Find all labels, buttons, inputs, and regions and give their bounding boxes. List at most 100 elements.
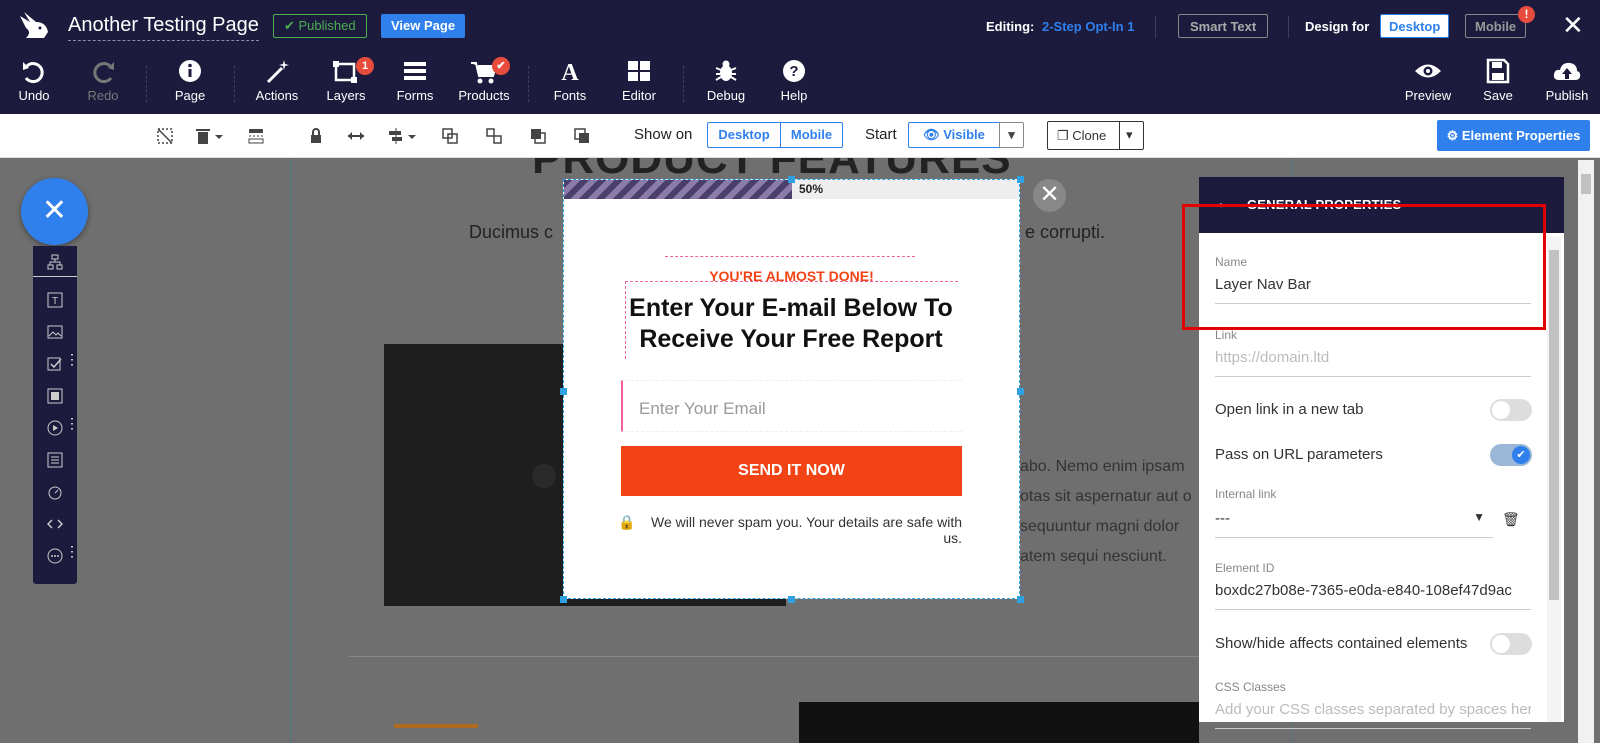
toggle-knob [1492, 401, 1510, 419]
top-header: Another Testing Page ✔ Published View Pa… [0, 0, 1600, 114]
smart-text-button[interactable]: Smart Text [1178, 14, 1269, 38]
sitemap-icon[interactable] [47, 254, 63, 270]
popup-close-button[interactable]: ✕ [1033, 179, 1066, 212]
page-title[interactable]: Another Testing Page [68, 14, 259, 41]
timer-icon[interactable] [47, 484, 63, 500]
text-icon[interactable]: T [47, 292, 63, 308]
send-backward-icon[interactable] [484, 126, 504, 146]
background-paragraph-line[interactable]: atem sequi nesciunt. [1020, 548, 1167, 566]
scrollbar-thumb[interactable] [1581, 174, 1591, 194]
show-on-desktop-button[interactable]: Desktop [707, 122, 781, 148]
design-desktop-button[interactable]: Desktop [1380, 14, 1450, 38]
resize-handle[interactable] [788, 176, 795, 183]
rabbit-logo-icon[interactable] [16, 8, 52, 44]
start-visible-button[interactable]: 👁 Visible [908, 122, 1000, 148]
panel-scrollbar[interactable] [1547, 236, 1561, 722]
box-icon[interactable] [47, 388, 63, 404]
cloud-upload-icon [1553, 62, 1581, 80]
save-button[interactable]: Save [1479, 58, 1517, 103]
divider [1119, 122, 1120, 149]
scrollbar-thumb[interactable] [1549, 250, 1559, 600]
background-dark-block[interactable] [799, 702, 1199, 743]
chevron-down-icon: ▼ [1473, 510, 1485, 524]
more-options-icon[interactable]: ⋮ [65, 416, 79, 430]
resize-handle[interactable] [560, 388, 567, 395]
view-page-button[interactable]: View Page [381, 14, 466, 38]
resize-handle[interactable] [788, 596, 795, 603]
debug-button[interactable]: Debug [704, 58, 748, 103]
image-icon[interactable] [47, 324, 63, 340]
eye-icon [1415, 64, 1441, 78]
background-paragraph-line[interactable]: otas sit aspernatur aut o [1020, 488, 1192, 506]
redo-button[interactable]: Redo [83, 58, 123, 103]
close-add-menu-button[interactable]: ✕ [21, 178, 88, 245]
publish-button[interactable]: Publish [1542, 58, 1592, 103]
visible-label: Visible [943, 127, 985, 142]
background-subtitle[interactable]: e corrupti. [1025, 222, 1105, 243]
actions-button[interactable]: Actions [252, 58, 302, 103]
pass-url-toggle[interactable]: ✔ [1490, 444, 1532, 466]
published-badge: ✔ Published [273, 14, 367, 38]
background-paragraph-line[interactable]: sequuntur magni dolor [1020, 518, 1179, 536]
resize-handle[interactable] [1017, 596, 1024, 603]
align-icon[interactable] [386, 126, 406, 146]
bring-to-front-icon[interactable] [528, 126, 548, 146]
open-new-tab-toggle[interactable] [1490, 399, 1532, 421]
privacy-note: 🔒 We will never spam you. Your details ar… [618, 514, 962, 546]
lock-icon[interactable] [306, 126, 326, 146]
privacy-text: We will never spam you. Your details are… [650, 514, 962, 546]
email-input[interactable]: Enter Your Email [621, 380, 962, 432]
more-options-icon[interactable]: ⋮ [65, 352, 79, 366]
background-paragraph-line[interactable]: abo. Nemo enim ipsam [1020, 458, 1185, 476]
gear-icon: ⚙ [1446, 128, 1462, 143]
background-subtitle[interactable]: Ducimus c [469, 222, 553, 243]
resize-handle[interactable] [1017, 388, 1024, 395]
popup-headline[interactable]: Enter Your E-mail Below To Receive Your … [626, 293, 956, 355]
internal-link-select[interactable]: --- ▼ [1215, 510, 1493, 538]
more-options-icon[interactable]: ⋮ [65, 544, 79, 558]
trash-icon[interactable]: 🗑 [1502, 511, 1520, 528]
start-dropdown-toggle[interactable]: ▾ [999, 122, 1024, 148]
chevron-down-icon[interactable] [213, 126, 225, 146]
more-elements-icon[interactable] [47, 548, 63, 564]
split-icon[interactable] [246, 126, 266, 146]
save-label: Save [1483, 88, 1513, 103]
progress-label: 50% [799, 182, 824, 196]
send-it-now-button[interactable]: SEND IT NOW [621, 446, 962, 496]
element-properties-button[interactable]: ⚙ Element Properties [1437, 120, 1590, 151]
element-id-input[interactable]: boxdc27b08e-7365-e0da-e840-108ef47d9ac [1215, 582, 1531, 610]
preview-button[interactable]: Preview [1403, 58, 1453, 103]
undo-button[interactable]: Undo [14, 58, 54, 103]
forms-label: Forms [396, 88, 434, 103]
send-to-back-icon[interactable] [572, 126, 592, 146]
clone-button[interactable]: ❐ Clone [1057, 128, 1106, 144]
editor-button[interactable]: Editor [619, 58, 659, 103]
chevron-down-icon[interactable] [406, 126, 418, 146]
form-icon[interactable] [47, 452, 63, 468]
trash-icon[interactable] [193, 126, 213, 146]
page-scrollbar[interactable] [1578, 160, 1594, 743]
show-on-label: Show on [634, 126, 693, 143]
fonts-button[interactable]: A Fonts [551, 58, 589, 103]
play-icon [532, 464, 556, 488]
clone-dropdown-icon[interactable]: ▾ [1126, 127, 1133, 143]
stretch-width-icon[interactable] [346, 126, 366, 146]
show-hide-toggle[interactable] [1490, 633, 1532, 655]
design-mobile-button[interactable]: Mobile [1465, 14, 1527, 38]
help-button[interactable]: ? Help [775, 58, 813, 103]
resize-handle[interactable] [560, 596, 567, 603]
video-icon[interactable] [47, 420, 63, 436]
resize-handle[interactable] [1017, 176, 1024, 183]
code-icon[interactable] [47, 516, 63, 532]
forms-button[interactable]: Forms [396, 58, 434, 103]
link-input[interactable]: https://domain.ltd [1215, 349, 1531, 377]
show-on-mobile-button[interactable]: Mobile [780, 122, 843, 148]
checkbox-icon[interactable] [47, 356, 63, 372]
bring-forward-icon[interactable] [440, 126, 460, 146]
editing-popup-link[interactable]: 2-Step Opt-In 1 [1042, 19, 1134, 34]
close-editor-icon[interactable]: ✕ [1562, 10, 1584, 40]
css-classes-input[interactable]: Add your CSS classes separated by spaces… [1215, 701, 1531, 729]
redo-label: Redo [87, 88, 119, 103]
page-button[interactable]: Page [170, 58, 210, 103]
deselect-icon[interactable] [155, 126, 175, 146]
